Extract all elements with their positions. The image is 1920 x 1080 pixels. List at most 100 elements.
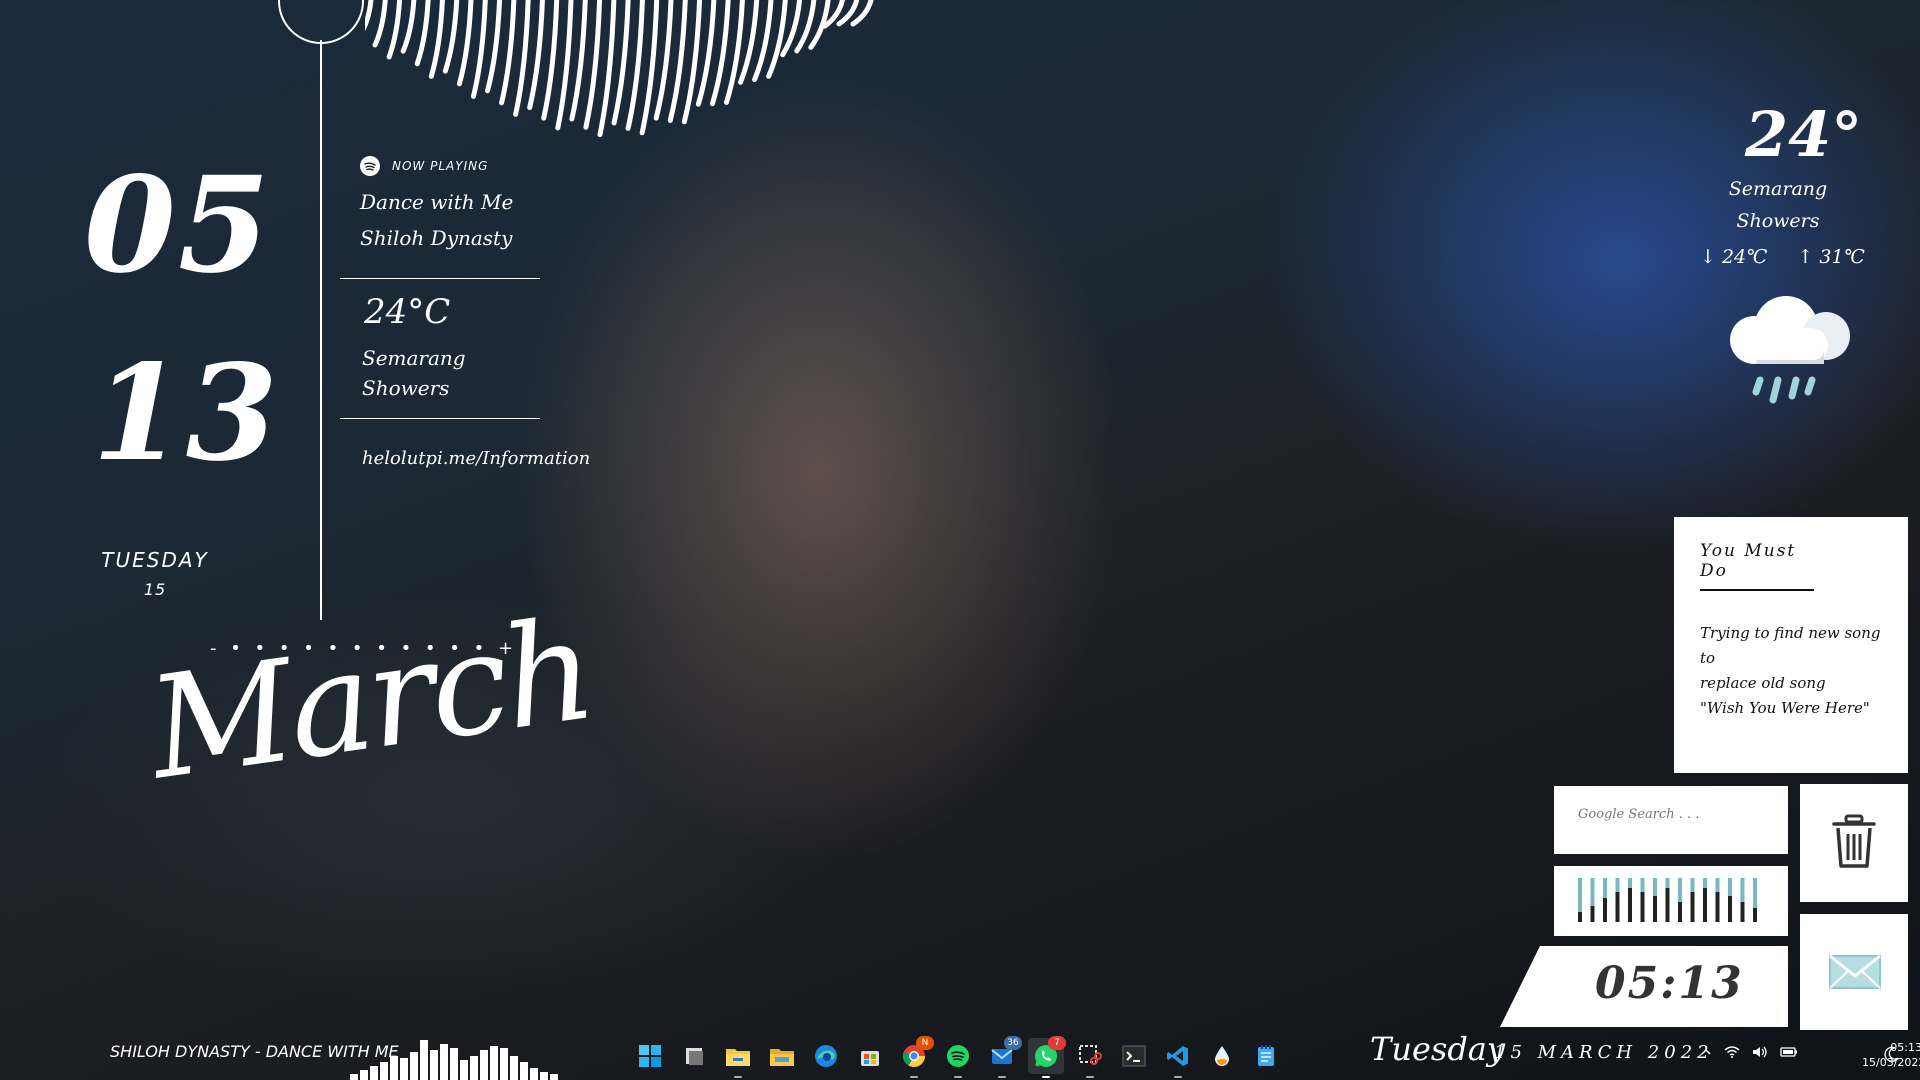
meter-bar-top [1678,878,1682,902]
decor-circle [278,0,364,44]
meter-bar-top [1653,878,1657,896]
mail-app-icon[interactable]: 36 [984,1036,1022,1078]
bottom-date: 15 MARCH 2022 [1494,1042,1714,1063]
running-indicator [954,1076,962,1078]
clock-hour: 05 [84,148,272,303]
windows-start-icon[interactable] [632,1038,668,1074]
meter-bar-top [1690,878,1695,892]
viz-bar [530,1068,538,1080]
snipping-tool-icon[interactable] [1072,1038,1108,1078]
viz-line [555,0,574,131]
meter-bar-bottom [1690,892,1695,922]
top-audio-visualizer [365,0,874,138]
meter-bar-top [1578,878,1582,912]
viz-bar [380,1062,388,1080]
battery-icon[interactable] [1780,1046,1798,1062]
viz-line [400,0,417,54]
meter-bars [1578,878,1757,922]
viz-bar [510,1056,518,1080]
file-explorer-icon[interactable] [720,1038,756,1078]
separator [340,418,540,419]
viz-bar [470,1056,478,1080]
wifi-icon[interactable] [1724,1046,1740,1062]
meter-bar-bottom [1578,912,1582,922]
viz-line [625,0,645,131]
note-title: You Must Do [1700,541,1814,591]
volume-icon[interactable] [1752,1046,1768,1062]
viz-bar [480,1050,488,1080]
taskbar: N 36 7 [632,1036,1284,1078]
meter-bar-top [1603,878,1607,898]
store-icon[interactable] [852,1038,888,1074]
viz-bar [350,1074,358,1080]
recycle-bin-button[interactable] [1800,784,1908,902]
folder-icon[interactable] [764,1038,800,1074]
mid-weather-condition: Showers [362,376,450,400]
note-body[interactable]: Trying to find new song to replace old s… [1700,621,1900,721]
system-tray [1700,1046,1798,1062]
whatsapp-icon[interactable]: 7 [1028,1036,1066,1078]
viz-line [569,0,588,122]
viz-line [597,0,617,138]
vscode-icon[interactable] [1160,1038,1196,1078]
viz-line [513,0,531,117]
note-line: Trying to find new song to [1700,624,1881,667]
viz-line [583,0,603,130]
meter-bar-top [1590,878,1595,906]
meter-bar-bottom [1628,888,1632,922]
terminal-icon[interactable] [1116,1038,1152,1074]
now-playing-title[interactable]: Dance with Me [360,190,513,214]
viz-bar [540,1072,548,1080]
mail-button[interactable] [1800,914,1908,1030]
meter-bar-top [1615,878,1620,892]
google-search-box[interactable] [1554,786,1788,854]
meter-bar-top [1703,878,1707,888]
viz-line [414,0,431,67]
running-indicator [910,1076,918,1078]
mid-weather-temp: 24°C [364,292,451,332]
now-playing-label: NOW PLAYING [392,159,489,173]
viz-line [541,0,560,121]
google-search-input[interactable] [1576,806,1780,823]
now-playing-artist: Shiloh Dynasty [360,226,513,250]
running-indicator [1042,1076,1050,1078]
meter-bar-bottom [1590,906,1595,922]
task-view-icon[interactable] [676,1038,712,1074]
meter-bar-bottom [1728,896,1732,922]
clock-day-number: 15 [143,580,167,599]
spotify-icon[interactable] [940,1038,976,1078]
viz-line [386,0,403,60]
chrome-icon[interactable]: N [896,1036,934,1078]
notepad-icon[interactable] [1248,1038,1284,1074]
viz-bar [440,1044,448,1080]
month-script: March [140,588,601,812]
running-indicator [1086,1076,1094,1078]
mid-weather-city: Semarang [362,346,466,370]
note-line: "Wish You Were Here" [1700,699,1870,717]
weather-high: ↑ 31℃ [1797,246,1865,268]
viz-bar [460,1060,468,1080]
viz-bar [550,1074,558,1080]
viz-bar [390,1056,398,1080]
focus-moon-icon[interactable] [1884,1046,1900,1062]
meter-bar-bottom [1603,898,1607,922]
chevron-up-icon[interactable] [1700,1046,1712,1062]
viz-line [372,0,388,48]
running-indicator [1174,1076,1182,1078]
meter-bar-top [1628,878,1632,888]
viz-line [611,0,631,126]
viz-line [365,0,374,32]
meter-bar-bottom [1715,892,1720,922]
viz-line [639,0,660,136]
viz-bar [420,1040,428,1080]
weather-city: Semarang [1728,178,1828,200]
viz-bar [410,1052,418,1080]
paint-drop-icon[interactable] [1204,1038,1240,1074]
clock-day-name: TUESDAY [101,548,209,572]
edge-icon[interactable] [808,1038,844,1074]
meter-bar-bottom [1703,888,1707,922]
meter-bar-bottom [1665,888,1670,922]
todo-note[interactable]: You Must Do Trying to find new song to r… [1674,517,1908,773]
running-indicator [734,1076,742,1078]
info-link[interactable]: helolutpi.me/Information [362,448,590,469]
